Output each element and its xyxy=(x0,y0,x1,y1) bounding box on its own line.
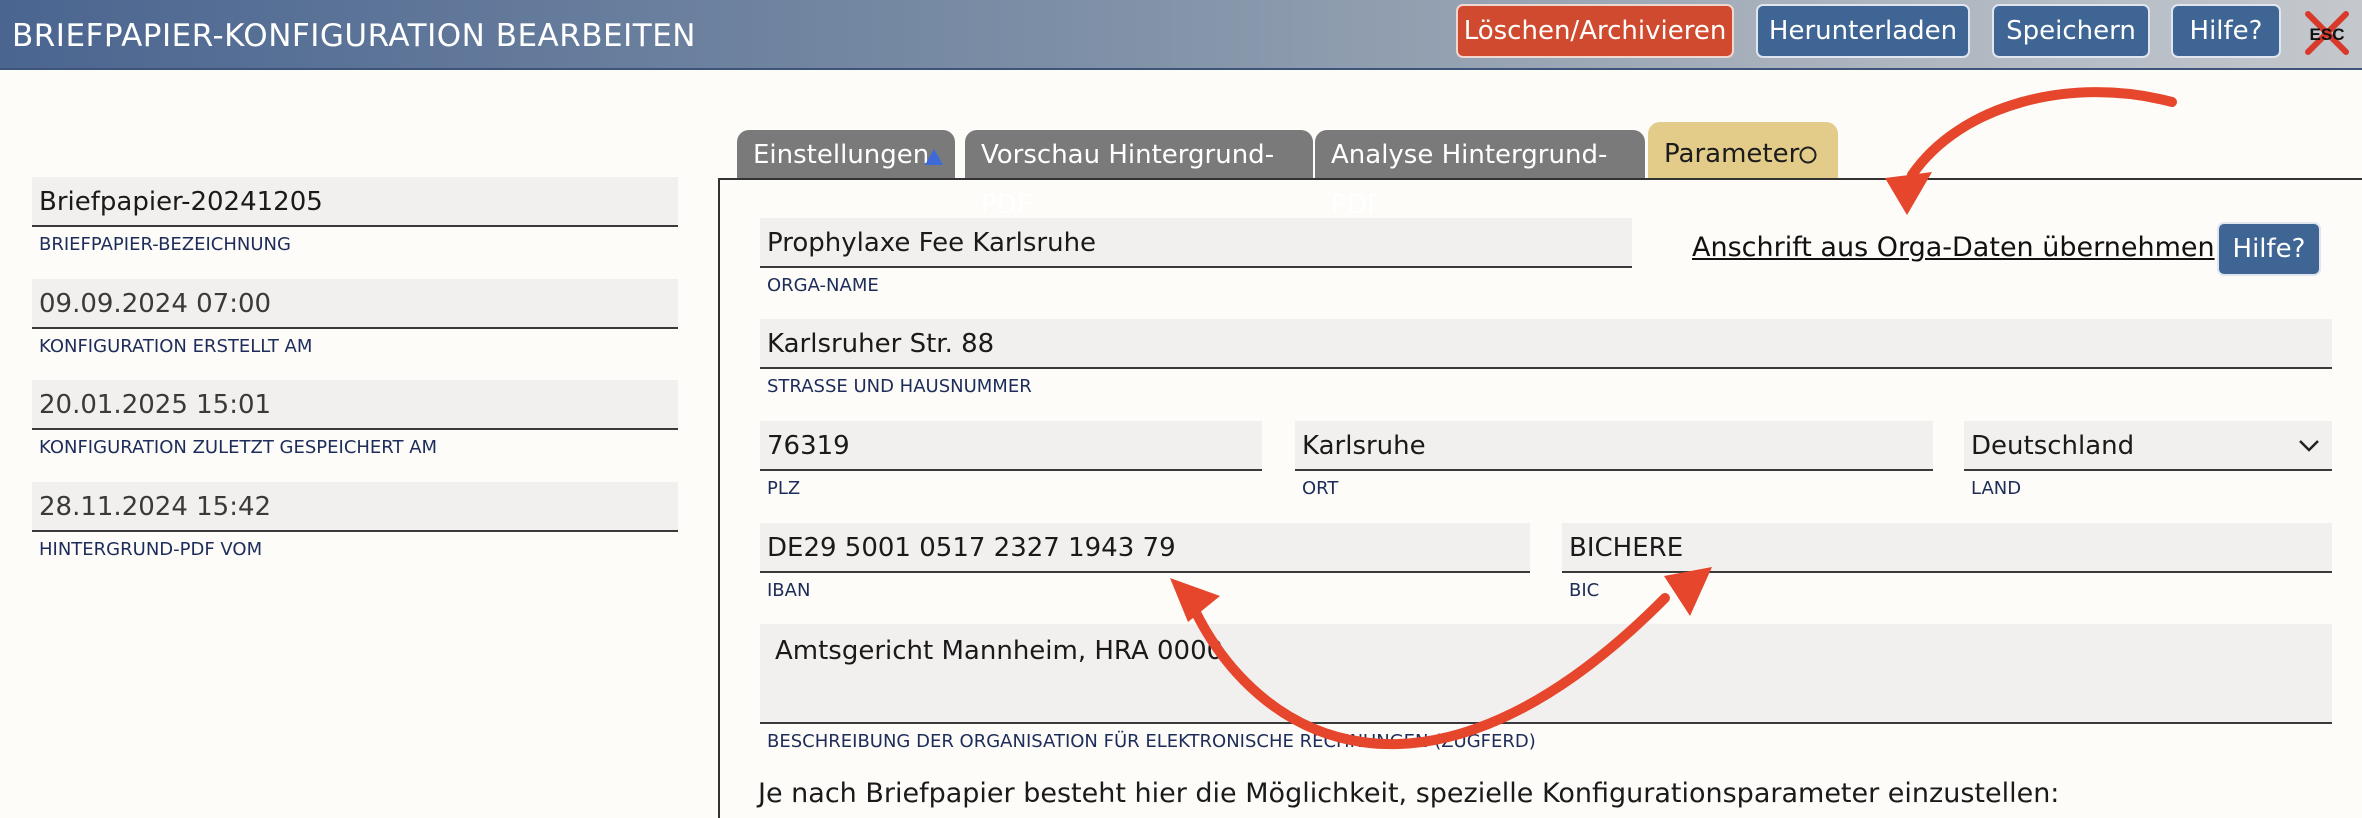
bic-field: BICHERE BIC xyxy=(1562,523,2332,601)
description-field: Amtsgericht Mannheim, HRA 0000 BESCHREIB… xyxy=(760,624,2332,752)
orga-name-input[interactable]: Prophylaxe Fee Karlsruhe xyxy=(760,218,1632,268)
orga-name-label: ORGA-NAME xyxy=(767,275,879,296)
esc-label: ESC xyxy=(2310,25,2345,44)
tab-preview-background-pdf[interactable]: Vorschau Hintergrund-PDF xyxy=(965,130,1313,220)
circle-indicator-icon xyxy=(1799,146,1817,164)
background-pdf-date-field: 28.11.2024 15:42 HINTERGRUND-PDF VOM xyxy=(32,482,678,560)
street-input[interactable]: Karlsruher Str. 88 xyxy=(760,319,2332,369)
zip-input[interactable]: 76319 xyxy=(760,421,1262,471)
download-button[interactable]: Herunterladen xyxy=(1756,4,1970,58)
letterhead-name-field: Briefpapier-20241205 BRIEFPAPIER-BEZEICH… xyxy=(32,177,678,255)
description-textarea[interactable]: Amtsgericht Mannheim, HRA 0000 xyxy=(760,624,2332,724)
parameters-intro-text: Je nach Briefpapier besteht hier die Mög… xyxy=(758,778,2060,809)
street-label: STRASSE UND HAUSNUMMER xyxy=(767,376,1032,397)
country-label: LAND xyxy=(1971,478,2022,499)
header-bar: BRIEFPAPIER-KONFIGURATION BEARBEITEN Lös… xyxy=(0,0,2362,70)
iban-field: DE29 5001 0517 2327 1943 79 IBAN xyxy=(760,523,1530,601)
esc-close-icon[interactable]: ESC xyxy=(2302,8,2352,58)
adopt-address-link[interactable]: Anschrift aus Orga-Daten übernehmen xyxy=(1692,232,2215,263)
iban-input[interactable]: DE29 5001 0517 2327 1943 79 xyxy=(760,523,1530,573)
help-button[interactable]: Hilfe? xyxy=(2171,4,2281,58)
orga-name-field: Prophylaxe Fee Karlsruhe ORGA-NAME xyxy=(760,218,1632,296)
saved-at-value: 20.01.2025 15:01 xyxy=(32,380,678,430)
letterhead-name-label: BRIEFPAPIER-BEZEICHNUNG xyxy=(39,234,291,255)
city-input[interactable]: Karlsruhe xyxy=(1295,421,1933,471)
tab-parameters[interactable]: Parameter xyxy=(1648,122,1838,180)
tab-settings-label: Einstellungen xyxy=(753,140,930,170)
background-pdf-date-value: 28.11.2024 15:42 xyxy=(32,482,678,532)
country-select-value: Deutschland xyxy=(1971,431,2135,461)
save-button[interactable]: Speichern xyxy=(1992,4,2150,58)
page: BRIEFPAPIER-KONFIGURATION BEARBEITEN Lös… xyxy=(0,0,2362,818)
created-at-field: 09.09.2024 07:00 KONFIGURATION ERSTELLT … xyxy=(32,279,678,357)
zip-field: 76319 PLZ xyxy=(760,421,1262,499)
tab-parameters-label: Parameter xyxy=(1664,139,1800,169)
iban-label: IBAN xyxy=(767,580,811,601)
bic-label: BIC xyxy=(1569,580,1600,601)
form-help-button[interactable]: Hilfe? xyxy=(2217,222,2321,276)
saved-at-field: 20.01.2025 15:01 KONFIGURATION ZULETZT G… xyxy=(32,380,678,458)
page-title: BRIEFPAPIER-KONFIGURATION BEARBEITEN xyxy=(12,18,697,54)
bic-input[interactable]: BICHERE xyxy=(1562,523,2332,573)
city-label: ORT xyxy=(1302,478,1339,499)
saved-at-label: KONFIGURATION ZULETZT GESPEICHERT AM xyxy=(39,437,438,458)
street-field: Karlsruher Str. 88 STRASSE UND HAUSNUMME… xyxy=(760,319,2332,397)
created-at-label: KONFIGURATION ERSTELLT AM xyxy=(39,336,313,357)
warning-triangle-icon xyxy=(925,149,943,165)
zip-label: PLZ xyxy=(767,478,801,499)
tab-settings[interactable]: Einstellungen xyxy=(737,130,955,178)
annotation-arrow-top-icon xyxy=(1907,87,2177,180)
description-label: BESCHREIBUNG DER ORGANISATION FÜR ELEKTR… xyxy=(767,731,1536,752)
created-at-value: 09.09.2024 07:00 xyxy=(32,279,678,329)
delete-archive-button[interactable]: Löschen/Archivieren xyxy=(1456,4,1734,58)
letterhead-name-value[interactable]: Briefpapier-20241205 xyxy=(32,177,678,227)
city-field: Karlsruhe ORT xyxy=(1295,421,1933,499)
tab-analysis-background-pdf[interactable]: Analyse Hintergrund-PDF xyxy=(1315,130,1645,220)
chevron-down-icon xyxy=(2299,440,2319,452)
country-field: Deutschland LAND xyxy=(1964,421,2332,499)
background-pdf-date-label: HINTERGRUND-PDF VOM xyxy=(39,539,263,560)
country-select[interactable]: Deutschland xyxy=(1964,421,2332,471)
